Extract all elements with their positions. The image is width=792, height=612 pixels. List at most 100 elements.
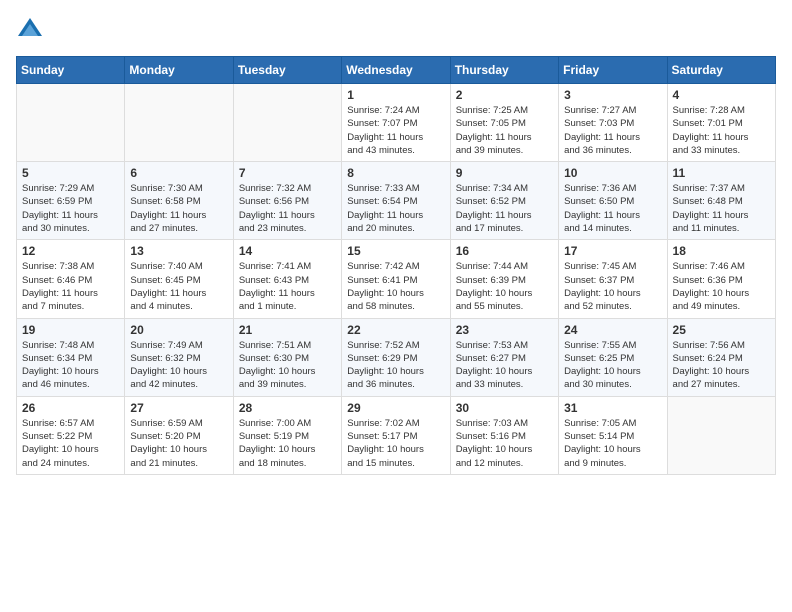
day-info: Sunrise: 7:03 AM Sunset: 5:16 PM Dayligh… — [456, 417, 553, 470]
calendar-cell: 16 Sunrise: 7:44 AM Sunset: 6:39 PM Dayli… — [450, 240, 558, 318]
day-number: 15 — [347, 244, 444, 258]
calendar-cell: 31 Sunrise: 7:05 AM Sunset: 5:14 PM Dayli… — [559, 396, 667, 474]
calendar-week-row: 26Sunrise: 6:57 AM Sunset: 5:22 PM Dayli… — [17, 396, 776, 474]
calendar-cell: 9 Sunrise: 7:34 AM Sunset: 6:52 PM Daylig… — [450, 162, 558, 240]
day-number: 27 — [130, 401, 227, 415]
day-info: Sunrise: 7:44 AM Sunset: 6:39 PM Dayligh… — [456, 260, 553, 313]
day-number: 16 — [456, 244, 553, 258]
day-number: 5 — [22, 166, 119, 180]
day-info: Sunrise: 7:34 AM Sunset: 6:52 PM Dayligh… — [456, 182, 553, 235]
calendar-cell — [125, 84, 233, 162]
day-number: 24 — [564, 323, 661, 337]
calendar-header-wednesday: Wednesday — [342, 57, 450, 84]
calendar-cell: 30 Sunrise: 7:03 AM Sunset: 5:16 PM Dayli… — [450, 396, 558, 474]
day-info: Sunrise: 7:40 AM Sunset: 6:45 PM Dayligh… — [130, 260, 227, 313]
calendar-cell: 8 Sunrise: 7:33 AM Sunset: 6:54 PM Daylig… — [342, 162, 450, 240]
day-number: 18 — [673, 244, 770, 258]
logo — [16, 16, 48, 44]
day-info: Sunrise: 7:38 AM Sunset: 6:46 PM Dayligh… — [22, 260, 119, 313]
calendar-header-tuesday: Tuesday — [233, 57, 341, 84]
day-info: Sunrise: 7:33 AM Sunset: 6:54 PM Dayligh… — [347, 182, 444, 235]
calendar-cell: 3 Sunrise: 7:27 AM Sunset: 7:03 PM Daylig… — [559, 84, 667, 162]
calendar-cell — [233, 84, 341, 162]
day-info: Sunrise: 6:59 AM Sunset: 5:20 PM Dayligh… — [130, 417, 227, 470]
day-info: Sunrise: 7:55 AM Sunset: 6:25 PM Dayligh… — [564, 339, 661, 392]
day-info: Sunrise: 7:41 AM Sunset: 6:43 PM Dayligh… — [239, 260, 336, 313]
calendar-cell: 26Sunrise: 6:57 AM Sunset: 5:22 PM Dayli… — [17, 396, 125, 474]
calendar-cell: 1 Sunrise: 7:24 AM Sunset: 7:07 PM Daylig… — [342, 84, 450, 162]
calendar-cell: 5 Sunrise: 7:29 AM Sunset: 6:59 PM Daylig… — [17, 162, 125, 240]
calendar-cell: 13 Sunrise: 7:40 AM Sunset: 6:45 PM Dayli… — [125, 240, 233, 318]
calendar-cell: 18 Sunrise: 7:46 AM Sunset: 6:36 PM Dayli… — [667, 240, 775, 318]
calendar-cell — [17, 84, 125, 162]
day-number: 2 — [456, 88, 553, 102]
calendar-cell — [667, 396, 775, 474]
day-info: Sunrise: 7:24 AM Sunset: 7:07 PM Dayligh… — [347, 104, 444, 157]
calendar-cell: 21 Sunrise: 7:51 AM Sunset: 6:30 PM Dayli… — [233, 318, 341, 396]
day-info: Sunrise: 7:51 AM Sunset: 6:30 PM Dayligh… — [239, 339, 336, 392]
day-info: Sunrise: 7:05 AM Sunset: 5:14 PM Dayligh… — [564, 417, 661, 470]
day-number: 1 — [347, 88, 444, 102]
day-info: Sunrise: 7:45 AM Sunset: 6:37 PM Dayligh… — [564, 260, 661, 313]
day-number: 31 — [564, 401, 661, 415]
day-info: Sunrise: 7:53 AM Sunset: 6:27 PM Dayligh… — [456, 339, 553, 392]
day-info: Sunrise: 7:46 AM Sunset: 6:36 PM Dayligh… — [673, 260, 770, 313]
day-number: 3 — [564, 88, 661, 102]
calendar-week-row: 19 Sunrise: 7:48 AM Sunset: 6:34 PM Dayli… — [17, 318, 776, 396]
logo-icon — [16, 16, 44, 44]
day-number: 17 — [564, 244, 661, 258]
day-number: 14 — [239, 244, 336, 258]
calendar-cell: 12 Sunrise: 7:38 AM Sunset: 6:46 PM Dayli… — [17, 240, 125, 318]
day-number: 29 — [347, 401, 444, 415]
day-number: 13 — [130, 244, 227, 258]
calendar-header-saturday: Saturday — [667, 57, 775, 84]
day-number: 26 — [22, 401, 119, 415]
calendar-cell: 22 Sunrise: 7:52 AM Sunset: 6:29 PM Dayli… — [342, 318, 450, 396]
day-number: 28 — [239, 401, 336, 415]
day-number: 4 — [673, 88, 770, 102]
day-info: Sunrise: 7:00 AM Sunset: 5:19 PM Dayligh… — [239, 417, 336, 470]
calendar-header-row: SundayMondayTuesdayWednesdayThursdayFrid… — [17, 57, 776, 84]
calendar-cell: 14 Sunrise: 7:41 AM Sunset: 6:43 PM Dayli… — [233, 240, 341, 318]
day-info: Sunrise: 7:28 AM Sunset: 7:01 PM Dayligh… — [673, 104, 770, 157]
calendar-week-row: 5 Sunrise: 7:29 AM Sunset: 6:59 PM Daylig… — [17, 162, 776, 240]
calendar-cell: 7 Sunrise: 7:32 AM Sunset: 6:56 PM Daylig… — [233, 162, 341, 240]
calendar-header-thursday: Thursday — [450, 57, 558, 84]
day-number: 9 — [456, 166, 553, 180]
day-info: Sunrise: 7:30 AM Sunset: 6:58 PM Dayligh… — [130, 182, 227, 235]
page-header — [16, 16, 776, 44]
calendar-cell: 25Sunrise: 7:56 AM Sunset: 6:24 PM Dayli… — [667, 318, 775, 396]
calendar-cell: 28 Sunrise: 7:00 AM Sunset: 5:19 PM Dayli… — [233, 396, 341, 474]
day-number: 22 — [347, 323, 444, 337]
day-info: Sunrise: 7:37 AM Sunset: 6:48 PM Dayligh… — [673, 182, 770, 235]
calendar-cell: 24 Sunrise: 7:55 AM Sunset: 6:25 PM Dayli… — [559, 318, 667, 396]
calendar-cell: 27 Sunrise: 6:59 AM Sunset: 5:20 PM Dayli… — [125, 396, 233, 474]
calendar-week-row: 12 Sunrise: 7:38 AM Sunset: 6:46 PM Dayli… — [17, 240, 776, 318]
calendar-cell: 2Sunrise: 7:25 AM Sunset: 7:05 PM Daylig… — [450, 84, 558, 162]
day-number: 10 — [564, 166, 661, 180]
calendar-cell: 17 Sunrise: 7:45 AM Sunset: 6:37 PM Dayli… — [559, 240, 667, 318]
calendar-table: SundayMondayTuesdayWednesdayThursdayFrid… — [16, 56, 776, 475]
calendar-cell: 11Sunrise: 7:37 AM Sunset: 6:48 PM Dayli… — [667, 162, 775, 240]
day-info: Sunrise: 7:49 AM Sunset: 6:32 PM Dayligh… — [130, 339, 227, 392]
day-number: 12 — [22, 244, 119, 258]
day-info: Sunrise: 7:32 AM Sunset: 6:56 PM Dayligh… — [239, 182, 336, 235]
calendar-header-monday: Monday — [125, 57, 233, 84]
calendar-cell: 6 Sunrise: 7:30 AM Sunset: 6:58 PM Daylig… — [125, 162, 233, 240]
calendar-cell: 19 Sunrise: 7:48 AM Sunset: 6:34 PM Dayli… — [17, 318, 125, 396]
day-info: Sunrise: 7:29 AM Sunset: 6:59 PM Dayligh… — [22, 182, 119, 235]
day-number: 8 — [347, 166, 444, 180]
calendar-cell: 4 Sunrise: 7:28 AM Sunset: 7:01 PM Daylig… — [667, 84, 775, 162]
day-number: 30 — [456, 401, 553, 415]
calendar-cell: 15Sunrise: 7:42 AM Sunset: 6:41 PM Dayli… — [342, 240, 450, 318]
day-info: Sunrise: 7:27 AM Sunset: 7:03 PM Dayligh… — [564, 104, 661, 157]
day-number: 20 — [130, 323, 227, 337]
day-info: Sunrise: 7:52 AM Sunset: 6:29 PM Dayligh… — [347, 339, 444, 392]
day-number: 6 — [130, 166, 227, 180]
calendar-header-friday: Friday — [559, 57, 667, 84]
calendar-week-row: 1 Sunrise: 7:24 AM Sunset: 7:07 PM Daylig… — [17, 84, 776, 162]
day-info: Sunrise: 7:48 AM Sunset: 6:34 PM Dayligh… — [22, 339, 119, 392]
day-number: 7 — [239, 166, 336, 180]
day-number: 19 — [22, 323, 119, 337]
day-number: 21 — [239, 323, 336, 337]
